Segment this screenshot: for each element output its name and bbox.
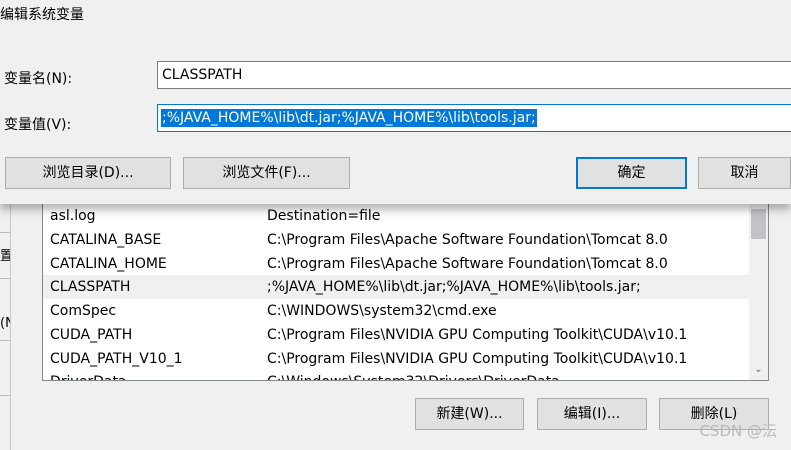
variable-name: CUDA_PATH_V10_1 (50, 351, 183, 367)
system-variables-list[interactable]: asl.log Destination=file CATALINA_BASE C… (42, 200, 769, 381)
table-row[interactable]: CATALINA_HOME C:\Program Files\Apache So… (43, 252, 749, 276)
variable-value: C:\Program Files\NVIDIA GPU Computing To… (267, 351, 688, 367)
left-divider (0, 395, 10, 396)
variable-value: C:\WINDOWS\system32\cmd.exe (267, 303, 497, 319)
variable-name-input[interactable]: CLASSPATH (157, 61, 791, 89)
variable-name: CATALINA_HOME (50, 256, 167, 272)
left-divider (0, 278, 10, 279)
scrollbar-thumb[interactable] (751, 209, 766, 239)
variable-name: CUDA_PATH (50, 327, 133, 343)
variable-value-label: 变量值(V): (4, 117, 72, 133)
variable-name: asl.log (50, 208, 96, 224)
left-divider (0, 232, 10, 233)
variable-name: CLASSPATH (50, 279, 131, 295)
ok-button[interactable]: 确定 (576, 157, 687, 189)
variable-value: Destination=file (267, 208, 381, 224)
table-row[interactable]: CUDA_PATH C:\Program Files\NVIDIA GPU Co… (43, 323, 749, 347)
table-row-selected[interactable]: CLASSPATH ;%JAVA_HOME%\lib\dt.jar;%JAVA_… (43, 275, 749, 299)
variable-value: C:\Program Files\Apache Software Foundat… (267, 232, 668, 248)
variable-value-selected-text: ;%JAVA_HOME%\lib\dt.jar;%JAVA_HOME%\lib\… (161, 109, 537, 127)
browse-file-button[interactable]: 浏览文件(F)... (183, 157, 350, 189)
variable-name-label: 变量名(N): (4, 71, 73, 87)
left-fragment-2: (N (0, 316, 10, 331)
new-variable-button[interactable]: 新建(W)... (415, 398, 524, 430)
variable-value: ;%JAVA_HOME%\lib\dt.jar;%JAVA_HOME%\lib\… (267, 279, 641, 295)
variable-value: C:\Windows\System32\Drivers\DriverData (267, 370, 560, 380)
variable-value: C:\Program Files\Apache Software Foundat… (267, 256, 668, 272)
variable-name-text: CLASSPATH (162, 67, 243, 83)
edit-variable-button[interactable]: 编辑(I)... (537, 398, 647, 430)
table-row[interactable]: CATALINA_BASE C:\Program Files\Apache So… (43, 228, 749, 252)
cancel-button[interactable]: 取消 (698, 157, 791, 189)
variable-name: CATALINA_BASE (50, 232, 162, 248)
table-row[interactable]: ComSpec C:\WINDOWS\system32\cmd.exe (43, 299, 749, 323)
chevron-down-icon[interactable]: ⌄ (749, 362, 768, 378)
table-row[interactable]: CUDA_PATH_V10_1 C:\Program Files\NVIDIA … (43, 347, 749, 371)
table-row[interactable]: asl.log Destination=file (43, 204, 749, 228)
vertical-scrollbar[interactable]: ⌄ (749, 201, 768, 380)
variable-value-input[interactable]: ;%JAVA_HOME%\lib\dt.jar;%JAVA_HOME%\lib\… (157, 104, 791, 132)
table-row[interactable]: DriverData C:\Windows\System32\Drivers\D… (43, 370, 749, 380)
browse-directory-button[interactable]: 浏览目录(D)... (5, 157, 171, 189)
variable-value: C:\Program Files\NVIDIA GPU Computing To… (267, 327, 688, 343)
variable-name: DriverData (50, 370, 127, 380)
variable-name: ComSpec (50, 303, 117, 319)
dialog-title: 编辑系统变量 (0, 7, 84, 23)
edit-system-variable-dialog: 编辑系统变量 变量名(N): CLASSPATH 变量值(V): ;%JAVA_… (0, 0, 791, 204)
left-fragment-1: 置 (0, 249, 10, 264)
watermark: CSDN @沄 (699, 422, 777, 440)
left-divider (0, 340, 10, 341)
